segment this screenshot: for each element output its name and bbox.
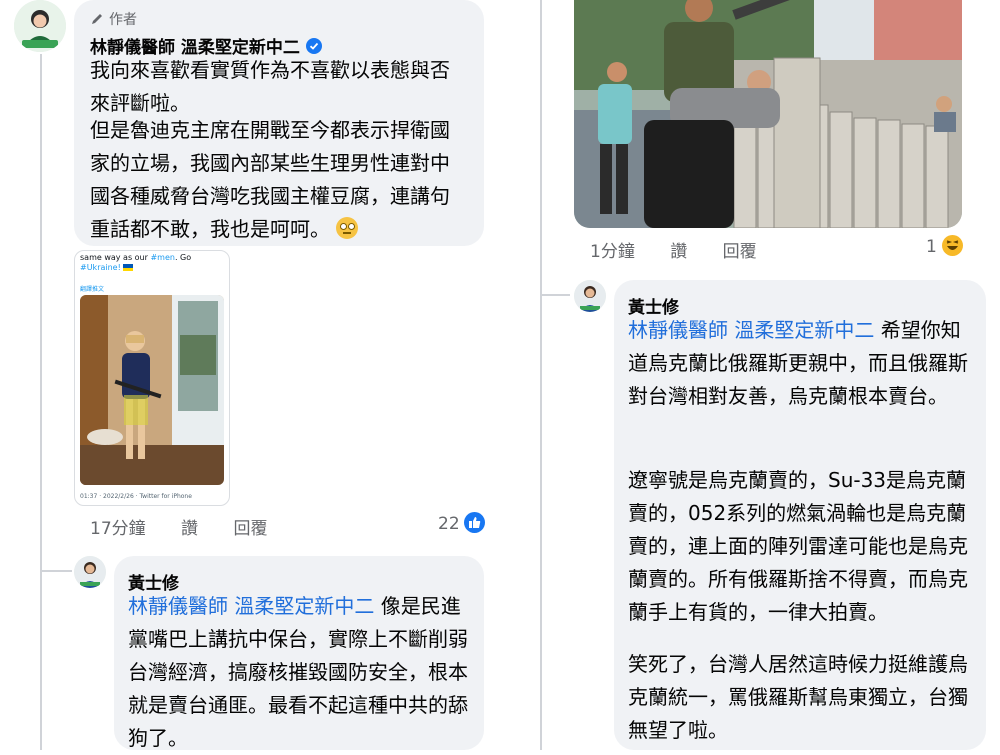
- thread-line: [40, 54, 42, 750]
- protest-photo-image[interactable]: [574, 0, 962, 228]
- author-avatar[interactable]: [14, 0, 66, 52]
- flag-ukraine-icon: [123, 264, 134, 271]
- tweet-photo: [80, 295, 224, 485]
- comment-time[interactable]: 17分鐘: [90, 519, 146, 539]
- thread-branch-line: [40, 570, 72, 572]
- reply-comment-paragraph-3: 笑死了，台灣人居然這時候力挺維護烏克蘭統一，罵俄羅斯幫烏東獨立，台獨無望了啦。: [628, 652, 968, 742]
- reply-comment-paragraph-2: 遼寧號是烏克蘭賣的，Su-33是烏克蘭賣的，052系列的燃氣渦輪也是烏克蘭賣的，…: [628, 468, 968, 624]
- reply-button[interactable]: 回覆: [723, 242, 757, 262]
- mention-link[interactable]: 林靜儀醫師 溫柔堅定新中二: [628, 318, 874, 342]
- reply-button[interactable]: 回覆: [233, 519, 267, 539]
- tweet-translate-link[interactable]: 翻譯推文: [80, 284, 104, 293]
- author-comment-meta: 17分鐘 讚 回覆: [90, 514, 297, 539]
- reaction-count[interactable]: 22: [438, 514, 460, 534]
- pencil-icon: [92, 14, 102, 24]
- reply-comment-paragraph-1: 林靜儀醫師 溫柔堅定新中二 希望你知道烏克蘭比俄羅斯更親中，而且俄羅斯對台灣相對…: [628, 318, 968, 408]
- haha-reaction-icon[interactable]: [942, 235, 963, 256]
- like-button[interactable]: 讚: [181, 519, 198, 539]
- tweet-hashtag[interactable]: #Ukraine!: [80, 263, 134, 272]
- reply-comment-bubble: 黃士修 林靜儀醫師 溫柔堅定新中二 像是民進黨嘴巴上講抗中保台，實際上不斷削弱台…: [114, 556, 484, 750]
- reply-avatar[interactable]: [74, 556, 106, 588]
- reaction-count[interactable]: 1: [926, 237, 937, 257]
- thread-line-right: [540, 0, 542, 750]
- author-badge: 作者: [90, 9, 137, 29]
- reply-comment-bubble: 黃士修 林靜儀醫師 溫柔堅定新中二 希望你知道烏克蘭比俄羅斯更親中，而且俄羅斯對…: [614, 280, 986, 750]
- author-comment-bubble: 作者 林靜儀醫師 溫柔堅定新中二 我向來喜歡看實質作為不喜歡以表態與否來評斷啦。…: [74, 0, 484, 246]
- verified-badge-icon: [305, 37, 322, 54]
- mention-link[interactable]: 林靜儀醫師 溫柔堅定新中二: [128, 594, 374, 618]
- eye-roll-emoji-icon: [336, 217, 359, 239]
- author-comment-paragraph-1: 我向來喜歡看實質作為不喜歡以表態與否來評斷啦。: [90, 58, 450, 115]
- thread-branch-line-right: [540, 294, 570, 296]
- tweet-header-text: same way as our #men. Go: [80, 253, 192, 262]
- author-badge-label: 作者: [109, 12, 137, 28]
- comment-time[interactable]: 1分鐘: [590, 242, 635, 262]
- reply-comment-text: 林靜儀醫師 溫柔堅定新中二 像是民進黨嘴巴上講抗中保台，實際上不斷削弱台灣經濟，…: [128, 594, 468, 750]
- tweet-screenshot-image[interactable]: same way as our #men. Go #Ukraine! 翻譯推文: [74, 250, 230, 506]
- tweet-footer: 01:37 · 2022/2/26 · Twitter for iPhone: [80, 493, 192, 500]
- reply-avatar[interactable]: [574, 280, 606, 312]
- author-comment-paragraph-2: 但是魯迪克主席在開戰至今都表示捍衛國家的立場，我國內部某些生理男性連對中國各種威…: [90, 118, 450, 241]
- photo-comment-meta: 1分鐘 讚 回覆: [590, 237, 787, 262]
- like-button[interactable]: 讚: [670, 242, 687, 262]
- like-reaction-icon[interactable]: [464, 512, 485, 533]
